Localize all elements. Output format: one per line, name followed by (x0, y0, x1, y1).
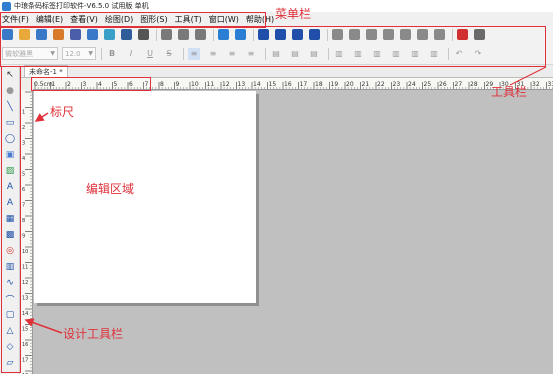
ruler-tick-label: 26 (439, 81, 447, 88)
ruler-tick-label: 5 (22, 172, 25, 178)
ruler-tick-label: 22 (377, 81, 385, 88)
ruler-tick-label: 25 (424, 81, 432, 88)
ruler-tick-label: 4 (22, 156, 25, 162)
ruler-tick-label: 12 (22, 280, 28, 286)
ruler-annotation: 标尺 (50, 105, 75, 119)
vertical-ruler[interactable]: 123456789101112131415161718 (21, 90, 33, 374)
ruler-tick-label: 28 (470, 81, 478, 88)
label-canvas[interactable] (34, 91, 256, 303)
ruler-tick-label: 15 (269, 81, 277, 88)
ruler-tick-label: 12 (222, 81, 230, 88)
menubar-annotation: 菜单栏 (275, 7, 312, 21)
edit-area-annotation: 编辑区域 (86, 182, 135, 196)
ruler-highlight-box (31, 77, 151, 91)
design-toolbar-annotation: 设计工具栏 (63, 327, 124, 341)
ruler-tick-label: 9 (176, 81, 180, 88)
ruler-tick-label: 24 (408, 81, 416, 88)
design-toolbar-highlight-box (1, 66, 21, 373)
app-logo-icon (2, 1, 11, 11)
ruler-tick-label: 15 (22, 327, 28, 333)
ruler-tick-label: 2 (22, 125, 25, 131)
toolbar-highlight-box (0, 26, 546, 67)
ruler-tick-label: 11 (207, 81, 215, 88)
ruler-tick-label: 13 (238, 81, 246, 88)
ruler-tick-label: 3 (22, 141, 25, 147)
ruler-tick-label: 16 (22, 342, 28, 348)
ruler-tick-label: 11 (22, 265, 28, 271)
toolbar-annotation: 工具栏 (491, 85, 528, 99)
ruler-tick-label: 17 (300, 81, 308, 88)
ruler-tick-label: 14 (253, 81, 261, 88)
ruler-tick-label: 18 (315, 81, 323, 88)
ruler-tick-label: 10 (22, 249, 28, 255)
ruler-tick-label: 6 (22, 187, 25, 193)
ruler-tick-label: 21 (362, 81, 370, 88)
ruler-tick-label: 32 (532, 81, 540, 88)
ruler-tick-label: 23 (393, 81, 401, 88)
ruler-tick-label: 14 (22, 311, 28, 317)
ruler-tick-label: 19 (331, 81, 339, 88)
ruler-tick-label: 9 (22, 234, 25, 240)
document-tab-label: 未命名-1 * (29, 67, 63, 76)
ruler-tick-label: 10 (191, 81, 199, 88)
ruler-tick-label: 16 (284, 81, 292, 88)
ruler-tick-label: 8 (160, 81, 164, 88)
ruler-tick-label: 27 (455, 81, 463, 88)
ruler-tick-label: 13 (22, 296, 28, 302)
ruler-tick-label: 8 (22, 218, 25, 224)
ruler-tick-label: 20 (346, 81, 354, 88)
ruler-tick-label: 1 (22, 110, 25, 116)
ruler-tick-label: 33 (548, 81, 553, 88)
ruler-tick-label: 17 (22, 358, 28, 364)
ruler-tick-label: 7 (22, 203, 25, 209)
window-title: 中琅条码标签打印软件-V6.5.0 试用版 单机 (14, 2, 149, 10)
